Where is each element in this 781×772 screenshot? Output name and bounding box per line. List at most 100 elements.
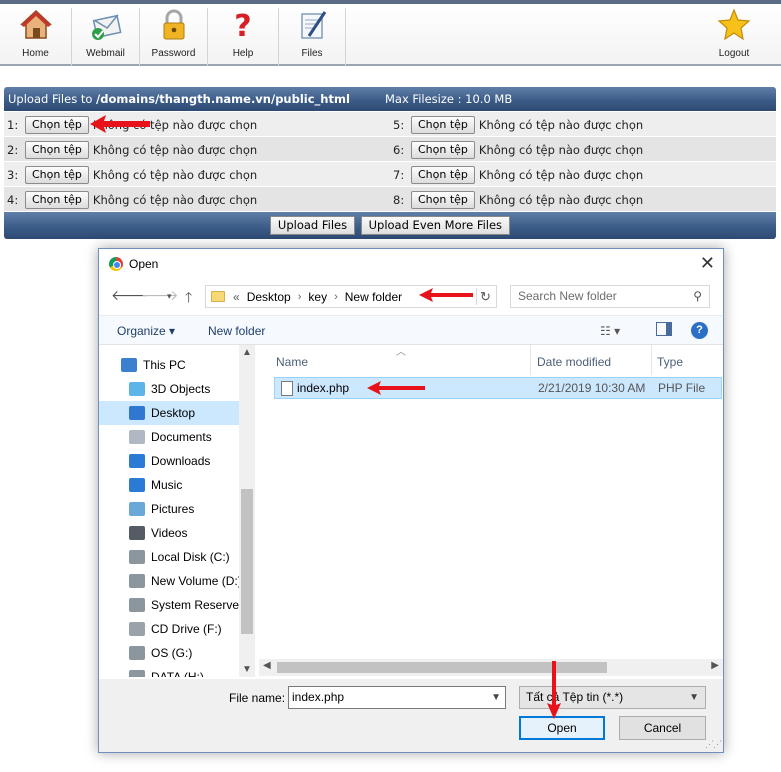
open-file-dialog: Open ✕ 🡐 🡒 ▾ 🡑 « Desktop › key › New fol… <box>98 248 724 753</box>
slot-number: 7: <box>393 167 405 182</box>
nav-item-downloads[interactable]: Downloads <box>99 449 239 473</box>
padlock-icon <box>163 9 184 40</box>
breadcrumb-overflow[interactable]: « <box>233 290 240 304</box>
toolbar-logout-button[interactable]: Logout <box>702 8 766 66</box>
organize-button[interactable]: Organize ▾ <box>117 324 175 338</box>
chrome-icon <box>109 257 123 271</box>
breadcrumb-desktop[interactable]: Desktop <box>247 290 291 304</box>
file-list-pane: Name ︿ Date modified Type index.php 2/21… <box>259 345 723 677</box>
choose-file-button-2[interactable]: Chọn tệp <box>25 140 89 159</box>
upload-files-button[interactable]: Upload Files <box>269 216 356 235</box>
column-header-type[interactable]: Type <box>657 355 683 369</box>
chevron-down-icon: ▼ <box>689 692 699 703</box>
preview-pane-icon[interactable] <box>656 322 672 336</box>
nav-item-3d-objects[interactable]: 3D Objects <box>99 377 239 401</box>
toolbar-files-button[interactable]: Files <box>279 8 346 66</box>
nav-item-pictures[interactable]: Pictures <box>99 497 239 521</box>
cancel-button[interactable]: Cancel <box>619 716 706 740</box>
scrollbar-thumb[interactable] <box>241 489 253 634</box>
refresh-icon[interactable]: ↻ <box>476 288 494 305</box>
toolbar-home-button[interactable]: Home <box>0 8 72 66</box>
nav-item-local-disk-c[interactable]: Local Disk (C:) <box>99 545 239 569</box>
question-mark-icon: ? <box>234 9 251 42</box>
breadcrumb-separator-icon: › <box>297 290 302 303</box>
column-divider[interactable] <box>651 345 652 375</box>
nav-item-cd-drive-f[interactable]: CD Drive (F:) <box>99 617 239 641</box>
view-options-icon[interactable]: ☷ ▾ <box>600 324 620 338</box>
toolbar-label: Help <box>232 48 254 59</box>
toolbar-webmail-button[interactable]: Webmail <box>72 8 140 66</box>
no-file-label: Không có tệp nào được chọn <box>92 192 258 207</box>
star-icon <box>717 8 751 41</box>
no-file-label: Không có tệp nào được chọn <box>478 192 644 207</box>
help-icon[interactable]: ? <box>691 322 708 339</box>
nav-item-this-pc[interactable]: This PC <box>99 353 239 377</box>
chevron-down-icon[interactable]: ▾ <box>167 291 172 302</box>
folder-icon <box>211 291 225 302</box>
annotation-arrow-icon <box>547 661 561 719</box>
toolbar-help-button[interactable]: ? Help <box>208 8 279 66</box>
filename-value: index.php <box>292 690 345 704</box>
toolbar-label: Files <box>301 48 323 59</box>
upload-more-files-button[interactable]: Upload Even More Files <box>360 216 511 235</box>
choose-file-button-1[interactable]: Chọn tệp <box>25 115 89 134</box>
no-file-label: Không có tệp nào được chọn <box>478 142 644 157</box>
breadcrumb-separator-icon: › <box>334 290 338 303</box>
nav-item-documents[interactable]: Documents <box>99 425 239 449</box>
choose-file-button-4[interactable]: Chọn tệp <box>25 190 89 209</box>
close-icon[interactable]: ✕ <box>700 253 715 274</box>
horizontal-scrollbar[interactable]: ◀ ▶ <box>259 659 723 676</box>
picture-icon <box>129 502 145 516</box>
no-file-label: Không có tệp nào được chọn <box>92 142 258 157</box>
nav-item-data-h[interactable]: DATA (H:) <box>99 665 239 677</box>
column-header-name[interactable]: Name <box>276 355 308 369</box>
up-arrow-icon[interactable]: 🡑 <box>185 287 192 311</box>
upload-title-prefix: Upload Files to <box>8 92 93 106</box>
nav-item-label: This PC <box>143 358 186 372</box>
file-name: index.php <box>297 381 350 395</box>
column-divider[interactable] <box>530 345 531 375</box>
choose-file-button-7[interactable]: Chọn tệp <box>411 165 475 184</box>
computer-icon <box>121 358 137 372</box>
nav-item-label: System Reserved <box>151 598 239 612</box>
svg-text:?: ? <box>234 9 251 42</box>
toolbar-password-button[interactable]: Password <box>140 8 208 66</box>
slot-number: 2: <box>7 142 19 157</box>
chevron-down-icon[interactable]: ▼ <box>491 687 501 708</box>
choose-file-button-6[interactable]: Chọn tệp <box>411 140 475 159</box>
address-row: 🡐 🡒 ▾ 🡑 « Desktop › key › New folder ↻ S… <box>99 283 723 311</box>
choose-file-button-3[interactable]: Chọn tệp <box>25 165 89 184</box>
breadcrumb-new-folder[interactable]: New folder <box>345 290 402 304</box>
file-date: 2/21/2019 10:30 AM <box>538 381 646 395</box>
choose-file-button-5[interactable]: Chọn tệp <box>411 115 475 134</box>
choose-file-button-8[interactable]: Chọn tệp <box>411 190 475 209</box>
scroll-right-icon[interactable]: ▶ <box>711 660 719 671</box>
breadcrumb-key[interactable]: key <box>308 290 327 304</box>
nav-scrollbar[interactable]: ▲ ▼ <box>239 345 254 677</box>
nav-item-videos[interactable]: Videos <box>99 521 239 545</box>
nav-item-new-volume-d[interactable]: New Volume (D:) <box>99 569 239 593</box>
drive-icon <box>129 598 145 612</box>
file-row-index-php[interactable]: index.php 2/21/2019 10:30 AM PHP File <box>274 377 722 399</box>
nav-item-label: Local Disk (C:) <box>151 550 230 564</box>
filename-input[interactable]: index.php ▼ <box>288 686 506 709</box>
open-button[interactable]: Open <box>519 716 605 740</box>
new-folder-button[interactable]: New folder <box>208 324 265 338</box>
nav-item-os-g[interactable]: OS (G:) <box>99 641 239 665</box>
slot-number: 4: <box>7 192 19 207</box>
scroll-up-icon[interactable]: ▲ <box>242 347 252 358</box>
forward-arrow-icon[interactable]: 🡒 <box>141 287 179 304</box>
scroll-left-icon[interactable]: ◀ <box>263 660 271 671</box>
house-icon <box>19 9 52 39</box>
nav-item-label: Desktop <box>151 406 196 420</box>
scroll-down-icon[interactable]: ▼ <box>242 664 252 675</box>
no-file-label: Không có tệp nào được chọn <box>92 167 258 182</box>
column-header-date[interactable]: Date modified <box>537 355 611 369</box>
nav-item-system-reserved[interactable]: System Reserved <box>99 593 239 617</box>
upload-slot-7: 7: Chọn tệp Không có tệp nào được chọn <box>393 165 643 184</box>
nav-item-music[interactable]: Music <box>99 473 239 497</box>
resize-grip-icon[interactable]: ⋰⋰ <box>705 739 722 750</box>
search-input[interactable]: Search New folder ⚲ <box>510 285 710 308</box>
nav-item-desktop[interactable]: Desktop <box>99 401 239 425</box>
file-type: PHP File <box>658 381 706 395</box>
